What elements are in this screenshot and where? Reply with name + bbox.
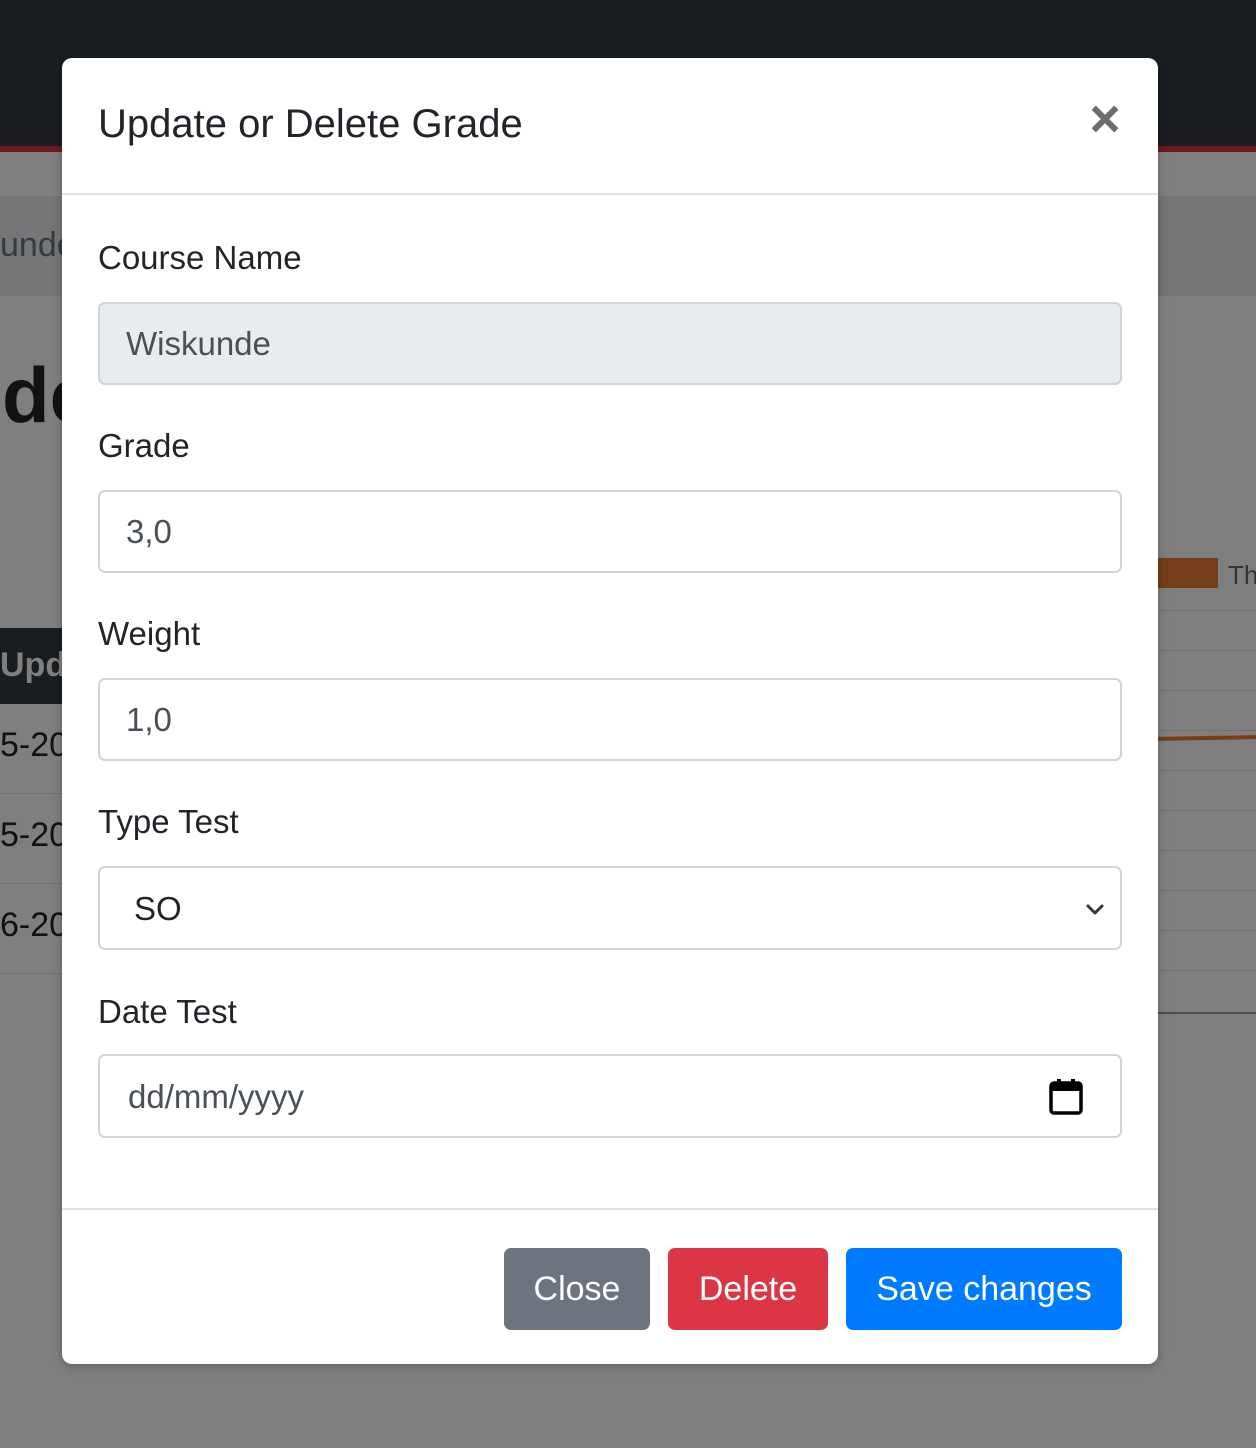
type-test-label: Type Test	[98, 803, 239, 840]
close-icon[interactable]	[1084, 98, 1126, 140]
save-changes-button[interactable]: Save changes	[846, 1248, 1122, 1330]
weight-input[interactable]: 1,0	[98, 678, 1122, 761]
chevron-down-icon	[1086, 904, 1104, 915]
type-test-selected-value: SO	[134, 890, 182, 927]
modal-header: Update or Delete Grade	[62, 58, 1158, 195]
grade-modal: Update or Delete Grade Course Name Wisku…	[62, 58, 1158, 1364]
grade-input[interactable]: 3,0	[98, 490, 1122, 573]
course-name-label: Course Name	[98, 239, 302, 276]
modal-footer: Close Delete Save changes	[62, 1208, 1158, 1364]
date-placeholder: dd/mm/yyyy	[128, 1078, 305, 1115]
modal-title: Update or Delete Grade	[98, 102, 523, 146]
weight-label: Weight	[98, 615, 201, 652]
date-test-input[interactable]: dd/mm/yyyy	[98, 1054, 1122, 1138]
calendar-icon[interactable]	[1048, 1078, 1084, 1116]
delete-button[interactable]: Delete	[668, 1248, 828, 1330]
course-name-field: Wiskunde	[98, 302, 1122, 385]
close-button[interactable]: Close	[504, 1248, 650, 1330]
grade-label: Grade	[98, 427, 190, 464]
date-test-label: Date Test	[98, 993, 237, 1030]
type-test-select[interactable]: SO	[98, 866, 1122, 950]
